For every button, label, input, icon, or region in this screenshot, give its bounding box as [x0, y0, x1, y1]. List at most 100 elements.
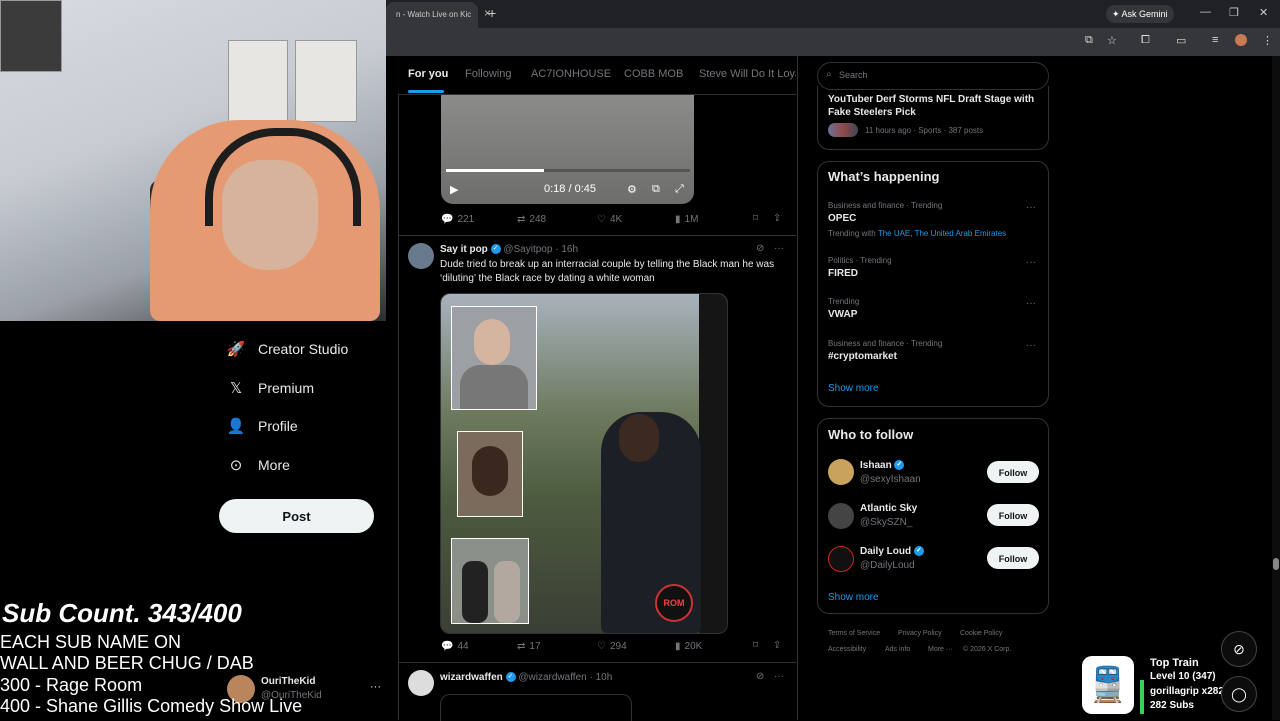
tab-following[interactable]: Following — [465, 68, 511, 80]
play-icon[interactable]: ▶ — [450, 183, 458, 196]
sidebar-item-profile[interactable]: 👤 Profile — [226, 411, 298, 441]
trend-more-icon[interactable]: ··· — [1026, 202, 1036, 213]
reply-button[interactable]: 💬 221 — [441, 214, 474, 225]
follow-suggestion-name[interactable]: Ishaan ✓ — [860, 460, 905, 471]
follow-button[interactable]: Follow — [987, 547, 1039, 569]
bookmark-star-icon[interactable]: ☆ — [1107, 34, 1117, 47]
footer-link[interactable]: Terms of Service — [828, 630, 880, 637]
sidebar-item-label: Creator Studio — [258, 341, 349, 357]
tab-for-you[interactable]: For you — [408, 68, 448, 80]
like-button[interactable]: ♡ 4K — [597, 214, 622, 225]
views-button[interactable]: ▮ 20K — [675, 641, 702, 652]
tweet-time[interactable]: · 10h — [589, 672, 612, 683]
menu-icon[interactable]: ⋮ — [1262, 34, 1273, 47]
trend-title[interactable]: VWAP — [828, 309, 857, 320]
ask-gemini-button[interactable]: ✦ Ask Gemini — [1106, 5, 1174, 23]
avatar[interactable] — [408, 243, 434, 269]
scrollbar[interactable] — [1272, 56, 1280, 720]
tab-steve-will-do-it[interactable]: Steve Will Do It Loyal — [699, 68, 796, 80]
minimize-button[interactable]: — — [1200, 6, 1211, 18]
new-tab-button[interactable]: + — [488, 5, 496, 21]
grok-icon[interactable]: ⊘ — [756, 671, 764, 682]
tweet-author-handle[interactable]: @Sayitpop — [503, 244, 552, 255]
follow-suggestion-handle: @sexyIshaan — [860, 474, 921, 485]
follow-suggestion-name[interactable]: Daily Loud ✓ — [860, 546, 924, 557]
split-view-icon[interactable]: ▭ — [1176, 34, 1186, 47]
tweet-author-name[interactable]: wizardwaffen — [440, 672, 503, 683]
show-more-follow[interactable]: Show more — [828, 592, 879, 603]
tweet-author-name[interactable]: Say it pop — [440, 244, 488, 255]
verified-badge-icon: ✓ — [490, 244, 501, 255]
sidebar-item-premium[interactable]: 𝕏 Premium — [226, 373, 314, 403]
pip-icon[interactable]: ⧉ — [652, 183, 660, 196]
media-badge: ROM — [655, 584, 693, 622]
sidebar-item-more[interactable]: ⊙ More — [226, 450, 290, 480]
reply-button[interactable]: 💬 44 — [441, 641, 469, 652]
trend-more-icon[interactable]: ··· — [1026, 257, 1036, 268]
repost-button[interactable]: ⇄ 17 — [517, 641, 541, 652]
tweet-media[interactable]: ROM — [440, 293, 728, 634]
heart-icon: ♡ — [597, 641, 606, 652]
tab-cobb-mob[interactable]: COBB MOB — [624, 68, 683, 80]
x-logo-icon: 𝕏 — [229, 380, 243, 397]
fullscreen-icon[interactable]: ⤢ — [675, 183, 684, 196]
install-app-icon[interactable]: ⧉ — [1085, 34, 1093, 47]
trend-title[interactable]: FIRED — [828, 268, 858, 279]
follow-button[interactable]: Follow — [987, 461, 1039, 483]
tweet-more-icon[interactable]: ··· — [774, 671, 784, 682]
share-icon[interactable]: ⇪ — [773, 213, 781, 224]
trend-more-icon[interactable]: ··· — [1026, 298, 1036, 309]
tweet-author-handle[interactable]: @wizardwaffen — [518, 672, 586, 683]
repost-button[interactable]: ⇄ 248 — [517, 214, 546, 225]
restore-button[interactable]: ❐ — [1229, 6, 1239, 19]
webcam-overlay — [0, 0, 386, 321]
like-button[interactable]: ♡ 294 — [597, 641, 627, 652]
trend-title[interactable]: #cryptomarket — [828, 351, 897, 362]
grok-fab-icon[interactable]: ⊘ — [1221, 631, 1257, 667]
overlay-line: 300 - Rage Room — [0, 675, 143, 695]
grok-icon[interactable]: ⊘ — [756, 243, 764, 254]
bookmark-icon[interactable]: ⌑ — [753, 213, 758, 224]
extensions-icon[interactable]: ⧠ — [1141, 34, 1150, 47]
trend-context-links[interactable]: The UAE, The United Arab Emirates — [878, 229, 1006, 238]
scrollbar-thumb[interactable] — [1273, 558, 1279, 570]
tab-ac7ionhouse[interactable]: AC7IONHOUSE — [531, 68, 611, 80]
avatar[interactable] — [408, 670, 434, 696]
trend-more-icon[interactable]: ··· — [1026, 340, 1036, 351]
trend-title[interactable]: OPEC — [828, 213, 856, 224]
avatar[interactable] — [828, 546, 854, 572]
tweet-header: wizardwaffen ✓ @wizardwaffen · 10h — [440, 672, 612, 683]
views-button[interactable]: ▮ 1M — [675, 214, 698, 225]
video-progress-fill — [446, 169, 544, 172]
tweet-time[interactable]: · 16h — [555, 244, 578, 255]
account-more-icon[interactable]: ··· — [370, 681, 381, 693]
inset-body — [460, 365, 528, 409]
sidebar-item-creator-studio[interactable]: 🚀 Creator Studio — [226, 334, 349, 364]
avatar[interactable] — [828, 459, 854, 485]
footer-link[interactable]: Privacy Policy — [898, 630, 942, 637]
footer-link[interactable]: More ··· — [928, 646, 953, 653]
tweet-more-icon[interactable]: ··· — [774, 243, 784, 254]
profile-avatar-icon[interactable] — [1235, 34, 1247, 46]
avatar[interactable] — [828, 503, 854, 529]
settings-icon[interactable]: ⚙ — [627, 183, 637, 196]
follow-suggestion-name[interactable]: Atlantic Sky — [860, 503, 917, 514]
bookmark-icon[interactable]: ⌑ — [753, 640, 758, 651]
news-avatars — [828, 123, 858, 137]
share-icon[interactable]: ⇪ — [773, 640, 781, 651]
news-title[interactable]: YouTuber Derf Storms NFL Draft Stage wit… — [828, 93, 1042, 119]
post-button[interactable]: Post — [219, 499, 374, 533]
footer-link[interactable]: Accessibility — [828, 646, 866, 653]
tweet-media[interactable] — [440, 694, 632, 721]
footer-link[interactable]: Cookie Policy — [960, 630, 1002, 637]
messages-fab-icon[interactable]: ◯ — [1221, 676, 1257, 712]
browser-tab[interactable]: n - Watch Live on Kic — [386, 2, 478, 28]
footer-link[interactable]: Ads info — [885, 646, 910, 653]
close-window-button[interactable]: ✕ — [1259, 6, 1268, 19]
trend-meta: Trending — [828, 297, 860, 306]
views-icon: ▮ — [675, 641, 681, 652]
follow-button[interactable]: Follow — [987, 504, 1039, 526]
more-circle-icon: ⊙ — [229, 457, 243, 474]
reading-list-icon[interactable]: ≡ — [1212, 34, 1218, 46]
show-more-trends[interactable]: Show more — [828, 383, 879, 394]
